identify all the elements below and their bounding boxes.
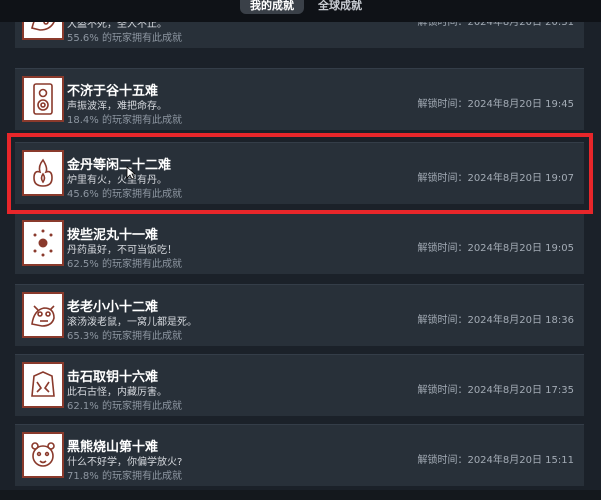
achievement-description: 此石古怪，内藏厉害。: [67, 387, 167, 398]
achievement-percent: 18.4% 的玩家拥有此成就: [67, 115, 182, 126]
achievement-percent: 45.6% 的玩家拥有此成就: [67, 189, 182, 200]
flame-icon: [22, 150, 64, 196]
achievement-card[interactable]: 不济于谷十五难 声振波浑，难把命存。 18.4% 的玩家拥有此成就 解锁时间：2…: [15, 68, 584, 130]
tab-global-achievements[interactable]: 全球成就: [310, 0, 370, 14]
achievement-percent: 71.8% 的玩家拥有此成就: [67, 471, 182, 482]
achievement-description: 什么不好学，你偏学放火?: [67, 457, 183, 468]
bear-icon: [22, 432, 64, 478]
rat-icon: [22, 292, 64, 338]
achievement-percent: 62.1% 的玩家拥有此成就: [67, 401, 182, 412]
achievement-card[interactable]: 老老小小十二难 滚汤泼老鼠，一窝儿都是死。 65.3% 的玩家拥有此成就 解锁时…: [15, 284, 584, 346]
stone-icon: [22, 362, 64, 408]
achievement-description: 炉里有火，火里有丹。: [67, 175, 167, 186]
unlock-time: 解锁时间：2024年8月20日 15:11: [417, 455, 574, 466]
unlock-time: 解锁时间：2024年8月20日 19:05: [417, 243, 574, 254]
achievement-card[interactable]: 击石取钥十六难 此石古怪，内藏厉害。 62.1% 的玩家拥有此成就 解锁时间：2…: [15, 354, 584, 416]
unlock-time: 解锁时间：2024年8月20日 18:36: [417, 315, 574, 326]
achievement-card[interactable]: 金丹等闲二十二难 炉里有火，火里有丹。 45.6% 的玩家拥有此成就 解锁时间：…: [15, 142, 584, 204]
pill-icon: [22, 220, 64, 266]
achievement-card[interactable]: 黑熊烧山第十难 什么不好学，你偏学放火? 71.8% 的玩家拥有此成就 解锁时间…: [15, 424, 584, 486]
achievement-percent: 65.3% 的玩家拥有此成就: [67, 331, 182, 342]
achievement-description: 丹药虽好，不可当饭吃！: [67, 245, 177, 256]
unlock-time: 解锁时间：2024年8月20日 19:07: [417, 173, 574, 184]
speaker-icon: [22, 76, 64, 122]
unlock-time: 解锁时间：2024年8月20日 17:35: [417, 385, 574, 396]
achievement-description: 声振波浑，难把命存。: [67, 101, 167, 112]
achievement-percent: 55.6% 的玩家拥有此成就: [67, 33, 182, 44]
tab-my-achievements[interactable]: 我的成就: [240, 0, 304, 14]
top-tab-bar: 我的成就 全球成就: [0, 0, 601, 22]
achievement-percent: 62.5% 的玩家拥有此成就: [67, 259, 182, 270]
achievement-card[interactable]: 拨些泥丸十一难 丹药虽好，不可当饭吃！ 62.5% 的玩家拥有此成就 解锁时间：…: [15, 212, 584, 274]
mouse-cursor-icon: [126, 166, 136, 180]
achievement-list: 大盗不死，圣人不止。 55.6% 的玩家拥有此成就 解锁时间：2024年8月20…: [0, 0, 601, 500]
unlock-time: 解锁时间：2024年8月20日 19:45: [417, 99, 574, 110]
achievement-description: 滚汤泼老鼠，一窝儿都是死。: [67, 317, 197, 328]
bottom-bar: [0, 490, 601, 500]
